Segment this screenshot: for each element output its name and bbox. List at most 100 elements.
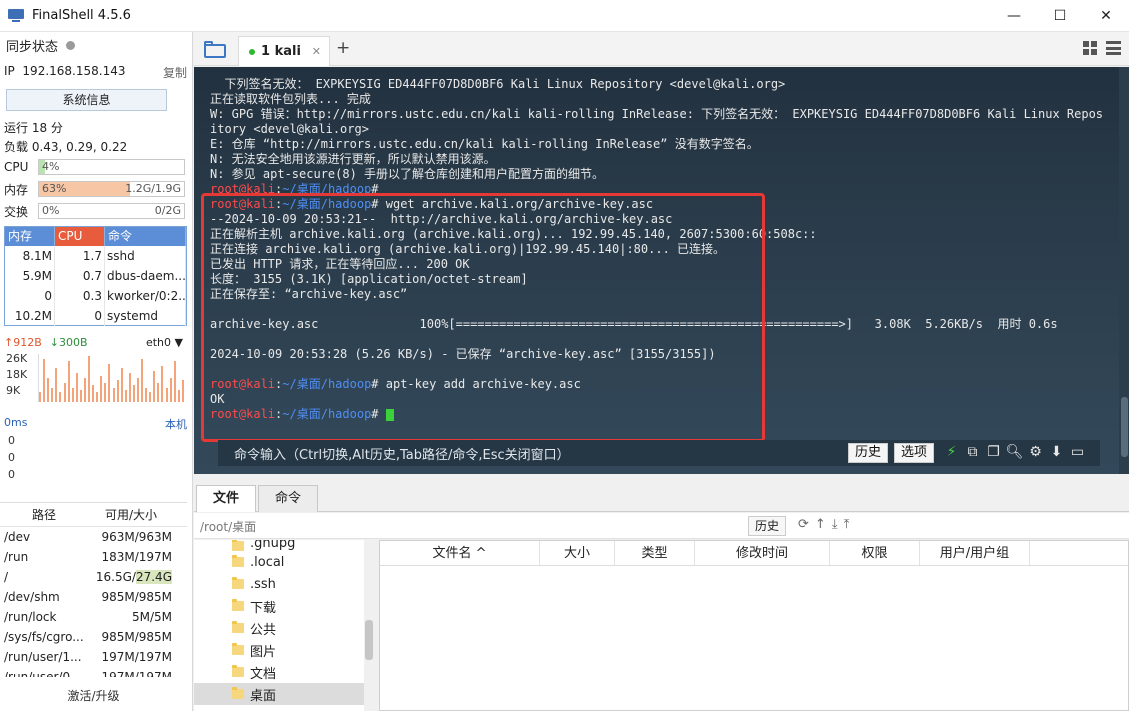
tree-item[interactable]: 文档	[194, 661, 374, 683]
path-history-button[interactable]: 历史	[748, 516, 787, 536]
refresh-icon[interactable]: ⟳	[798, 517, 809, 532]
session-tab-bar: 1 kali ✕ +	[194, 32, 1129, 66]
disk-row[interactable]: /sys/fs/cgro... 985M/985M	[0, 627, 187, 647]
ip-row: IP 192.168.158.143 复制	[4, 64, 187, 81]
tree-item[interactable]: 图片	[194, 639, 374, 661]
tree-item[interactable]: 公共	[194, 617, 374, 639]
tree-item-label: 图片	[250, 644, 277, 660]
copy-icon[interactable]: ⧉	[965, 444, 980, 460]
cpu-meter: 4%	[38, 159, 185, 175]
file-list[interactable]: 文件名 ^ 大小 类型 修改时间 权限 用户/用户组	[379, 540, 1129, 711]
download-arrow-icon[interactable]: ⬇	[1049, 444, 1064, 460]
terminal-scroll-thumb[interactable]	[1121, 397, 1128, 457]
disk-col-size[interactable]: 可用/大小	[88, 503, 174, 526]
network-bar	[153, 371, 155, 402]
copy-ip-button[interactable]: 复制	[163, 64, 187, 81]
server-status-panel: 同步状态 IP 192.168.158.143 复制 系统信息 运行 18 分 …	[0, 32, 193, 711]
current-path[interactable]: /root/桌面	[200, 518, 256, 535]
window-icon[interactable]: ▭	[1070, 444, 1085, 460]
options-button[interactable]: 选项	[894, 443, 935, 463]
command-input-bar[interactable]: 命令输入（Ctrl切换,Alt历史,Tab路径/命令,Esc关闭窗口） 历史 选…	[218, 440, 1100, 466]
process-row[interactable]: 5.9M 0.7 dbus-daem...	[5, 266, 186, 286]
upload-icon[interactable]: ⤒	[844, 517, 850, 532]
tree-item[interactable]: 下载	[194, 595, 374, 617]
tree-item[interactable]: .gnupg	[194, 540, 374, 551]
disk-path: /run/user/0	[4, 670, 71, 677]
maximize-button[interactable]: ☐	[1037, 0, 1083, 32]
history-button[interactable]: 历史	[848, 443, 889, 463]
process-col-cpu[interactable]: CPU	[55, 227, 105, 246]
list-view-icon[interactable]	[1106, 41, 1121, 55]
tree-item[interactable]: .ssh	[194, 573, 374, 595]
folder-icon	[232, 540, 244, 551]
close-tab-icon[interactable]: ✕	[312, 45, 321, 58]
disk-size: 16.5G/27.4G	[88, 567, 174, 587]
tree-item[interactable]: .local	[194, 551, 374, 573]
disk-row[interactable]: /run/lock 5M/5M	[0, 607, 187, 627]
disk-row[interactable]: /run/user/1... 197M/197M	[0, 647, 187, 667]
lightning-icon[interactable]: ⚡	[944, 444, 959, 460]
network-bar	[47, 378, 49, 402]
process-row[interactable]: 0 0.3 kworker/0:2...	[5, 286, 186, 306]
latency-target[interactable]: 本机	[165, 416, 187, 432]
disk-size: 183M/197M	[101, 550, 172, 564]
tree-item-selected[interactable]: 桌面	[194, 683, 374, 705]
tab-files[interactable]: 文件	[196, 485, 256, 512]
disk-row[interactable]: /dev/shm 985M/985M	[0, 587, 187, 607]
swap-label: 交换	[4, 204, 29, 219]
terminal-scrollbar[interactable]	[1119, 67, 1129, 474]
add-tab-icon[interactable]: +	[336, 38, 350, 58]
latency-axis: 0 0 0	[8, 432, 15, 483]
disk-row[interactable]: /run 183M/197M	[0, 547, 187, 567]
process-row[interactable]: 10.2M 0 systemd	[5, 306, 186, 326]
network-bar	[108, 364, 110, 402]
process-cpu: 0	[55, 306, 105, 326]
process-col-command[interactable]: 命令	[105, 227, 186, 246]
close-window-button[interactable]: ✕	[1083, 0, 1129, 32]
interface-select[interactable]: eth0 ▼	[146, 336, 183, 349]
grid-view-icon[interactable]	[1083, 41, 1098, 55]
disk-path: /dev/shm	[4, 590, 60, 604]
activate-upgrade-link[interactable]: 激活/升级	[0, 687, 187, 704]
system-info-button[interactable]: 系统信息	[6, 89, 167, 111]
gear-icon[interactable]: ⚙	[1028, 444, 1043, 460]
paste-icon[interactable]: ❐	[986, 444, 1001, 460]
file-col-permissions[interactable]: 权限	[830, 541, 920, 565]
disk-row[interactable]: / 16.5G/27.4G	[0, 567, 187, 587]
up-directory-icon[interactable]: ↑	[815, 517, 826, 532]
disk-row[interactable]: /run/user/0 197M/197M	[0, 667, 187, 677]
disk-row[interactable]: /dev 963M/963M	[0, 527, 187, 547]
network-bar	[129, 373, 131, 402]
memory-meter-row: 内存 63% 1.2G/1.9G	[4, 180, 187, 198]
swap-meter: 0% 0/2G	[38, 203, 185, 219]
process-row[interactable]: 8.1M 1.7 sshd	[5, 246, 186, 266]
file-col-modified[interactable]: 修改时间	[695, 541, 830, 565]
tab-kali[interactable]: 1 kali ✕	[238, 36, 330, 66]
open-folder-icon[interactable]	[204, 40, 228, 58]
latency-axis-label: 0	[8, 434, 15, 447]
minimize-button[interactable]: —	[991, 0, 1037, 32]
file-col-name[interactable]: 文件名 ^	[380, 541, 540, 565]
tab-commands[interactable]: 命令	[258, 485, 318, 512]
command-input-hint[interactable]: 命令输入（Ctrl切换,Alt历史,Tab路径/命令,Esc关闭窗口）	[234, 444, 570, 463]
latency-axis-label: 0	[8, 468, 15, 481]
disk-size: 197M/197M	[101, 670, 172, 677]
memory-percent: 63%	[42, 182, 67, 195]
tree-item-label: 公共	[250, 622, 277, 638]
network-bar	[80, 390, 82, 402]
chevron-down-icon: ▼	[174, 335, 183, 349]
title-bar: FinalShell 4.5.6 — ☐ ✕	[0, 0, 1129, 32]
tree-scroll-thumb[interactable]	[365, 620, 373, 660]
file-col-size[interactable]: 大小	[540, 541, 615, 565]
tree-scrollbar[interactable]	[364, 540, 374, 711]
download-icon[interactable]: ⤓	[832, 517, 838, 532]
disk-size: 985M/985M	[101, 590, 172, 604]
file-col-type[interactable]: 类型	[615, 541, 695, 565]
network-bar	[178, 390, 180, 402]
file-col-owner[interactable]: 用户/用户组	[920, 541, 1030, 565]
network-bar	[59, 392, 61, 402]
disk-col-path[interactable]: 路径	[0, 503, 88, 526]
search-icon[interactable]: 🔍︎	[1006, 444, 1024, 460]
network-bar	[72, 388, 74, 402]
process-col-mem[interactable]: 内存	[5, 227, 55, 246]
